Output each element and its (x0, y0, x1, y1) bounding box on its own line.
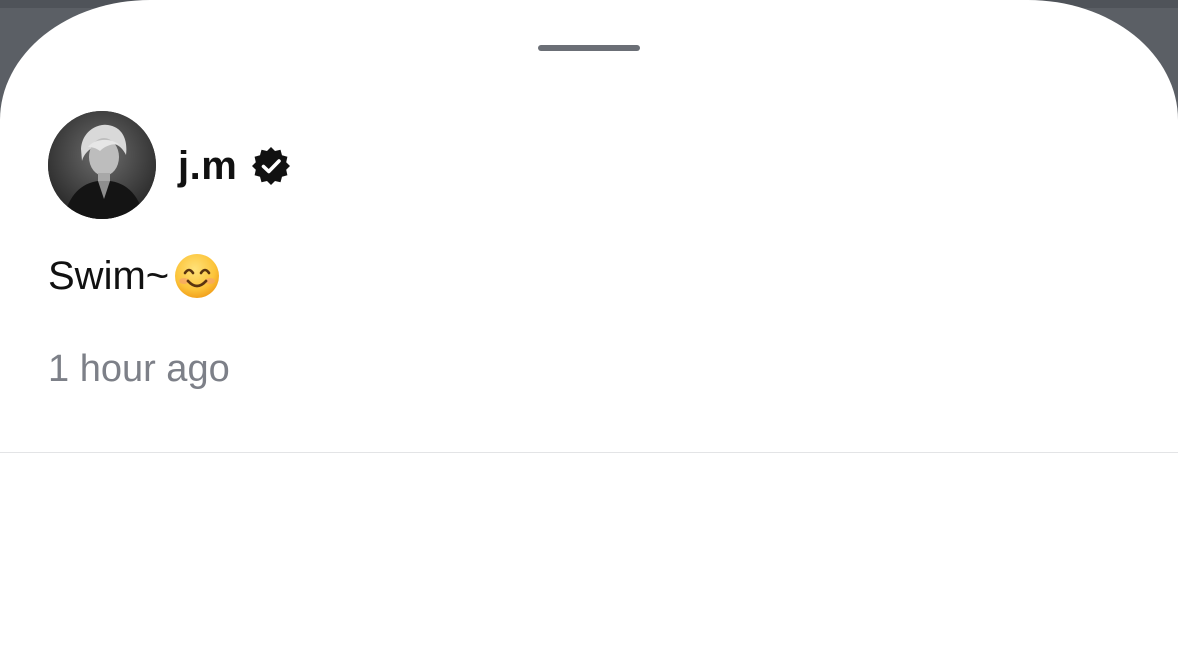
drag-handle[interactable] (538, 45, 640, 51)
post-text: Swim~ (48, 252, 221, 300)
profile-photo-icon (48, 111, 156, 219)
avatar[interactable] (48, 111, 156, 219)
smiling-face-emoji-icon (173, 252, 221, 300)
post-timestamp: 1 hour ago (48, 348, 230, 390)
post-body: Swim~ (48, 253, 170, 298)
verified-badge-icon (251, 146, 291, 186)
divider (0, 452, 1178, 453)
username[interactable]: j.m (178, 144, 237, 189)
bottom-sheet: j.m Swim~ 1 hour ago (0, 0, 1178, 663)
author-row: j.m (178, 140, 291, 192)
